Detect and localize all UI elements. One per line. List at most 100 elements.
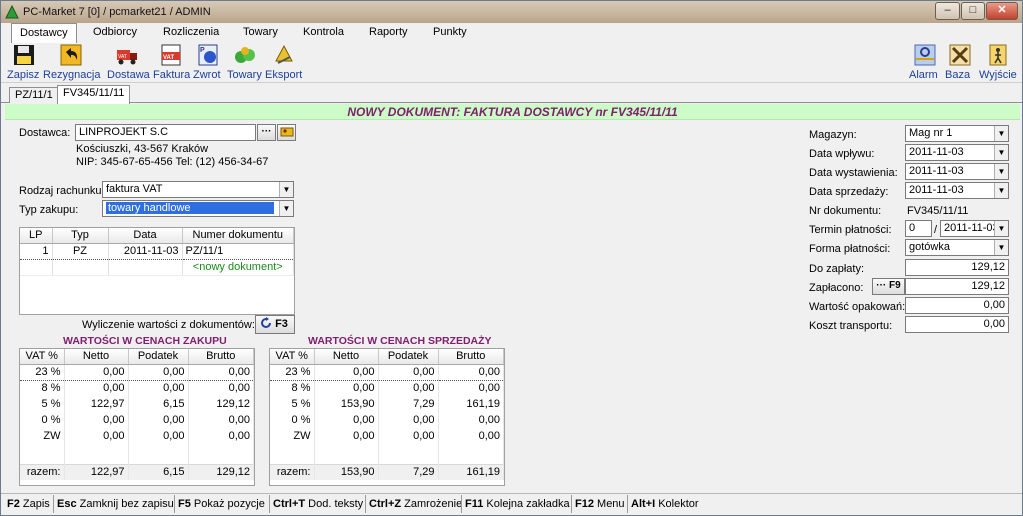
forma-label: Forma płatności: — [809, 243, 891, 255]
menu-raporty[interactable]: Raporty — [369, 26, 408, 38]
table-row[interactable]: 8 % 0,00 0,00 0,00 — [270, 380, 504, 396]
table-row[interactable]: 8 % 0,00 0,00 0,00 — [20, 380, 254, 396]
col-header-typ[interactable]: Typ — [52, 228, 109, 244]
table-row[interactable]: 5 % 122,97 6,15 129,12 — [20, 396, 254, 412]
chevron-down-icon: ▼ — [994, 183, 1008, 198]
svg-text:VAT: VAT — [118, 54, 127, 60]
data-wplywu-picker[interactable]: 2011-11-03 ▼ — [905, 144, 1009, 161]
supplier-browse-button[interactable]: ··· — [257, 124, 276, 141]
tab-pz-11-1[interactable]: PZ/11/1 — [9, 87, 59, 103]
shortcut-f2[interactable]: F2 Zapis — [7, 498, 50, 510]
forma-select[interactable]: gotówka ▼ — [905, 239, 1009, 256]
table-row[interactable]: 23 % 0,00 0,00 0,00 — [270, 363, 504, 381]
netto: 0,00 — [64, 412, 129, 428]
menu-kontrola[interactable]: Kontrola — [303, 26, 344, 38]
termin-date-picker[interactable]: 2011-11-03 ▼ — [940, 220, 1009, 237]
do-zaplaty-label: Do zapłaty: — [809, 263, 865, 275]
minimize-button[interactable]: – — [935, 2, 960, 20]
netto: 0,00 — [64, 363, 129, 381]
termin-days-field[interactable]: 0 — [905, 220, 932, 237]
towary-button[interactable]: Towary — [227, 43, 263, 83]
faktura-button[interactable]: VAT Faktura — [153, 43, 190, 83]
purchase-values-table[interactable]: VAT % Netto Podatek Brutto 23 % 0,00 0,00 0… — [19, 348, 255, 486]
menu-dostawcy[interactable]: Dostawcy — [11, 23, 77, 43]
dostawa-button[interactable]: VAT Dostawa — [107, 43, 150, 83]
do-zaplaty-field[interactable]: 129,12 — [905, 259, 1009, 276]
podatek: 7,29 — [378, 396, 439, 412]
podatek: 0,00 — [128, 363, 189, 381]
zaplacono-field[interactable]: 129,12 — [905, 278, 1009, 295]
table-row[interactable]: 1 PZ 2011-11-03 PZ/11/1 — [20, 242, 294, 260]
transport-field[interactable]: 0,00 — [905, 316, 1009, 333]
col-header-data[interactable]: Data — [108, 228, 183, 244]
maximize-button[interactable]: □ — [961, 2, 985, 20]
zaplacono-f9-button[interactable]: ··· F9 — [872, 278, 905, 295]
table-row[interactable]: 0 % 0,00 0,00 0,00 — [270, 412, 504, 428]
zwrot-button[interactable]: P Zwrot — [193, 43, 223, 83]
alarm-button[interactable]: Alarm — [909, 43, 941, 83]
window-title: PC-Market 7 [0] / pcmarket21 / ADMIN — [23, 6, 211, 18]
data-sprzedazy-label: Data sprzedaży: — [809, 186, 889, 198]
supplier-card-button[interactable] — [277, 124, 296, 141]
menu-odbiorcy[interactable]: Odbiorcy — [93, 26, 137, 38]
shortcut-ctrl-t[interactable]: Ctrl+T Dod. teksty — [269, 495, 363, 513]
vat-rate: 23 % — [270, 363, 315, 381]
podatek: 0,00 — [128, 412, 189, 428]
menu-rozliczenia[interactable]: Rozliczenia — [163, 26, 219, 38]
supplier-field[interactable]: LINPROJEKT S.C — [75, 124, 256, 141]
table-row-new[interactable]: <nowy dokument> — [20, 259, 294, 276]
eksport-button[interactable]: Eksport — [265, 43, 303, 83]
shortcut-f5[interactable]: F5 Pokaż pozycje — [174, 495, 265, 513]
shortcut-alt-i[interactable]: Alt+I Kolektor — [627, 495, 699, 513]
shortcut-f12[interactable]: F12 Menu — [571, 495, 625, 513]
exit-button[interactable]: Wyjście — [979, 43, 1017, 83]
menu-towary[interactable]: Towary — [243, 26, 278, 38]
exit-door-icon — [989, 44, 1007, 66]
magazyn-select[interactable]: Mag nr 1 ▼ — [905, 125, 1009, 142]
chevron-down-icon: ▼ — [994, 240, 1008, 255]
zaplacono-label: Zapłacono: — [809, 282, 864, 294]
close-button[interactable]: ✕ — [986, 2, 1018, 20]
tab-fv345-11-11[interactable]: FV345/11/11 — [57, 85, 131, 104]
shortcut-f11[interactable]: F11 Kolejna zakładka — [461, 495, 570, 513]
totals-row: razem: 153,90 7,29 161,19 — [270, 463, 504, 480]
table-row[interactable]: ZW 0,00 0,00 0,00 — [270, 428, 504, 444]
vat-rate: 0 % — [270, 412, 315, 428]
cell-lp: 1 — [20, 242, 53, 260]
data-wplywu-label: Data wpływu: — [809, 148, 875, 160]
cell-typ: PZ — [52, 242, 109, 260]
undo-arrow-icon — [60, 44, 82, 66]
shortcut-esc[interactable]: Esc Zamknij bez zapisu — [53, 495, 174, 513]
menu-punkty[interactable]: Punkty — [433, 26, 467, 38]
cancel-button[interactable]: Rezygnacja — [43, 43, 100, 83]
floppy-disk-icon — [14, 45, 34, 65]
documents-table[interactable]: LP Typ Data Numer dokumentu 1 PZ 2011-11… — [19, 227, 295, 315]
menu-bar: Dostawcy Odbiorcy Rozliczenia Towary Kon… — [1, 23, 1022, 43]
brutto: 0,00 — [438, 428, 504, 444]
sale-values-title: WARTOŚCI W CENACH SPRZEDAŻY — [308, 335, 492, 347]
sale-values-table[interactable]: VAT % Netto Podatek Brutto 23 % 0,00 0,00 0… — [269, 348, 505, 486]
purchase-type-select[interactable]: towary handlowe ▼ — [102, 200, 294, 217]
brutto: 0,00 — [188, 428, 254, 444]
data-wystawienia-label: Data wystawienia: — [809, 167, 898, 179]
brutto: 129,12 — [188, 396, 254, 412]
table-row[interactable]: 5 % 153,90 7,29 161,19 — [270, 396, 504, 412]
col-header-lp[interactable]: LP — [20, 228, 53, 244]
table-row[interactable]: 23 % 0,00 0,00 0,00 — [20, 363, 254, 381]
col-header-numer[interactable]: Numer dokumentu — [182, 228, 294, 244]
calc-button[interactable]: F3 — [255, 315, 295, 334]
table-row[interactable]: ZW 0,00 0,00 0,00 — [20, 428, 254, 444]
table-row[interactable]: 0 % 0,00 0,00 0,00 — [20, 412, 254, 428]
data-wystawienia-picker[interactable]: 2011-11-03 ▼ — [905, 163, 1009, 180]
supplier-address: Kościuszki, 43-567 Kraków — [76, 143, 209, 155]
shortcut-ctrl-z[interactable]: Ctrl+Z Zamrożenie — [365, 495, 462, 513]
opakowan-field[interactable]: 0,00 — [905, 297, 1009, 314]
document-header: NOWY DOKUMENT: FAKTURA DOSTAWCY nr FV345… — [5, 104, 1020, 120]
app-window: PC-Market 7 [0] / pcmarket21 / ADMIN – □… — [0, 0, 1023, 516]
new-document-row[interactable]: <nowy dokument> — [182, 259, 294, 276]
brutto: 0,00 — [438, 380, 504, 396]
save-button[interactable]: Zapisz — [7, 43, 41, 83]
data-sprzedazy-picker[interactable]: 2011-11-03 ▼ — [905, 182, 1009, 199]
invoice-type-select[interactable]: faktura VAT ▼ — [102, 181, 294, 198]
baza-button[interactable]: Baza — [945, 43, 975, 83]
